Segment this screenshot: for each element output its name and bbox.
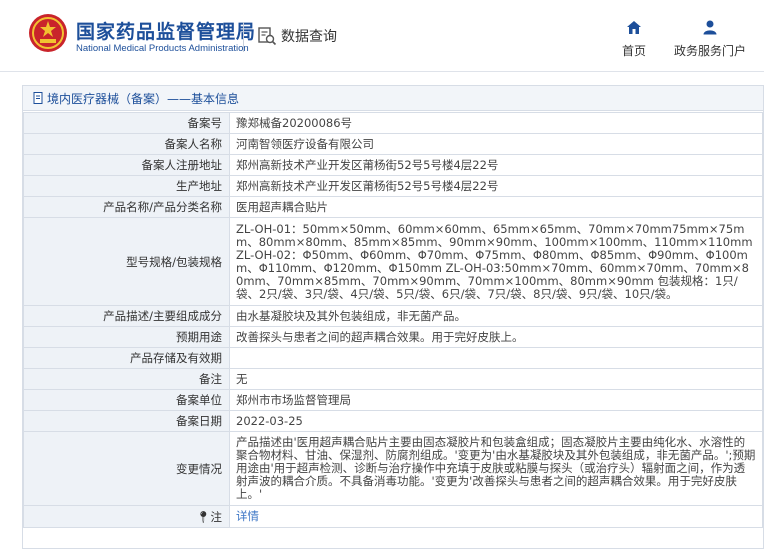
record-info-table: 备案号 豫郑械备20200086号 备案人名称 河南智领医疗设备有限公司 备案人… bbox=[23, 112, 763, 528]
detail-label-cell: 📍︎注 bbox=[23, 505, 230, 528]
panel-title-text: 境内医疗器械（备案）——基本信息 bbox=[47, 91, 240, 106]
table-row: 产品名称/产品分类名称 医用超声耦合贴片 bbox=[23, 196, 763, 218]
table-row-detail: 📍︎注 详情 bbox=[23, 505, 763, 528]
field-value: 豫郑械备20200086号 bbox=[229, 112, 763, 134]
table-row: 产品描述/主要组成成分 由水基凝胶块及其外包装组成，非无菌产品。 bbox=[23, 305, 763, 327]
table-row: 预期用途 改善探头与患者之间的超声耦合效果。用于完好皮肤上。 bbox=[23, 326, 763, 348]
field-value: 医用超声耦合贴片 bbox=[229, 196, 763, 218]
data-query-icon bbox=[258, 27, 277, 46]
field-value: 2022-03-25 bbox=[229, 410, 763, 432]
record-panel: 境内医疗器械（备案）——基本信息 备案号 豫郑械备20200086号 备案人名称… bbox=[22, 85, 764, 549]
field-label: 产品存储及有效期 bbox=[23, 347, 230, 369]
field-value: 由水基凝胶块及其外包装组成，非无菌产品。 bbox=[229, 305, 763, 327]
field-label: 产品描述/主要组成成分 bbox=[23, 305, 230, 327]
nav-service-portal-label: 政务服务门户 bbox=[673, 44, 746, 58]
table-row: 备案人名称 河南智领医疗设备有限公司 bbox=[23, 133, 763, 155]
document-icon bbox=[33, 92, 43, 104]
table-row: 备案日期 2022-03-25 bbox=[23, 410, 763, 432]
site-logo-title[interactable]: 国家药品监督管理局 bbox=[76, 17, 256, 44]
table-row: 备案人注册地址 郑州高新技术产业开发区莆杨街52号5号楼4层22号 bbox=[23, 154, 763, 176]
field-value bbox=[229, 347, 763, 369]
pin-icon: 📍︎ bbox=[195, 509, 211, 524]
nav-home-label: 首页 bbox=[621, 44, 646, 58]
field-value: 无 bbox=[229, 368, 763, 390]
field-label: 备案号 bbox=[23, 112, 230, 134]
table-row: 备案单位 郑州市市场监督管理局 bbox=[23, 389, 763, 411]
field-label: 型号规格/包装规格 bbox=[23, 217, 230, 306]
field-label: 备注 bbox=[23, 368, 230, 390]
table-row: 型号规格/包装规格 ZL-OH-01：50mm×50mm、60mm×60mm、6… bbox=[23, 217, 763, 306]
field-label: 产品名称/产品分类名称 bbox=[23, 196, 230, 218]
nav-service-portal[interactable]: 政务服务门户 bbox=[668, 20, 752, 59]
field-label: 变更情况 bbox=[23, 431, 230, 506]
site-logo-subtitle: National Medical Products Administration bbox=[76, 43, 249, 54]
user-icon bbox=[703, 20, 717, 35]
field-value: 郑州高新技术产业开发区莆杨街52号5号楼4层22号 bbox=[229, 154, 763, 176]
site-header: 国家药品监督管理局 National Medical Products Admi… bbox=[0, 0, 764, 72]
field-value: 改善探头与患者之间的超声耦合效果。用于完好皮肤上。 bbox=[229, 326, 763, 348]
national-emblem-icon bbox=[29, 14, 67, 52]
detail-link-cell: 详情 bbox=[229, 505, 763, 528]
table-row: 变更情况 产品描述由'医用超声耦合贴片主要由固态凝胶片和包装盒组成；固态凝胶片主… bbox=[23, 431, 763, 506]
field-label: 备案人注册地址 bbox=[23, 154, 230, 176]
detail-label: 注 bbox=[210, 509, 223, 524]
field-label: 预期用途 bbox=[23, 326, 230, 348]
detail-link[interactable]: 详情 bbox=[236, 509, 259, 523]
field-value: ZL-OH-01：50mm×50mm、60mm×60mm、65mm×65mm、7… bbox=[229, 217, 763, 306]
field-label: 备案人名称 bbox=[23, 133, 230, 155]
table-row: 备注 无 bbox=[23, 368, 763, 390]
field-label: 备案单位 bbox=[23, 389, 230, 411]
data-query-label: 数据查询 bbox=[281, 29, 337, 45]
panel-title: 境内医疗器械（备案）——基本信息 bbox=[23, 86, 763, 111]
field-label: 备案日期 bbox=[23, 410, 230, 432]
field-value: 产品描述由'医用超声耦合贴片主要由固态凝胶片和包装盒组成；固态凝胶片主要由纯化水… bbox=[229, 431, 763, 506]
field-value: 河南智领医疗设备有限公司 bbox=[229, 133, 763, 155]
field-label: 生产地址 bbox=[23, 175, 230, 197]
table-row: 产品存储及有效期 bbox=[23, 347, 763, 369]
field-value: 郑州市市场监督管理局 bbox=[229, 389, 763, 411]
table-row: 生产地址 郑州高新技术产业开发区莆杨街52号5号楼4层22号 bbox=[23, 175, 763, 197]
table-row: 备案号 豫郑械备20200086号 bbox=[23, 112, 763, 134]
home-icon bbox=[627, 21, 641, 34]
nav-home[interactable]: 首页 bbox=[614, 20, 654, 59]
data-query-link[interactable]: 数据查询 bbox=[257, 26, 337, 46]
field-value: 郑州高新技术产业开发区莆杨街52号5号楼4层22号 bbox=[229, 175, 763, 197]
header-divider bbox=[243, 22, 244, 52]
